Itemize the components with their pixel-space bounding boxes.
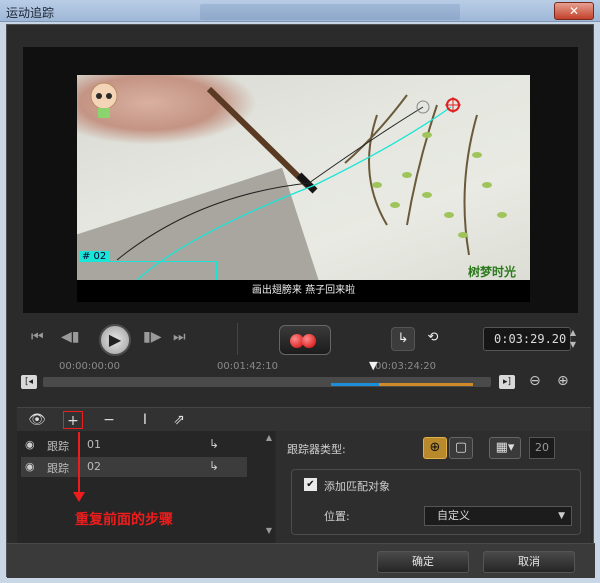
motion-track-button[interactable] <box>279 325 331 355</box>
record-dot-icon <box>302 334 316 348</box>
play-button[interactable]: ▶ <box>99 324 131 356</box>
tick-label: 00:03:24:20 <box>375 361 437 372</box>
scroll-up-icon[interactable]: ▲ <box>263 433 275 442</box>
tracker-name: 跟踪 <box>47 462 69 475</box>
annotation-arrow <box>78 432 80 496</box>
match-object-group: ✔ 添加匹配对象 位置: 自定义 ▼ <box>291 469 581 535</box>
timecode-spinner[interactable]: ▲ ▼ <box>567 327 579 351</box>
area-tracker-icon[interactable]: ▢ <box>449 437 473 459</box>
video-caption: 画出翅膀来 燕子回来啦 <box>77 280 530 302</box>
video-drawing <box>116 86 507 280</box>
skip-to-start-icon[interactable]: ⏮ <box>31 329 44 345</box>
mascot-logo <box>90 82 118 118</box>
mark-in-button[interactable]: [◂ <box>21 375 37 389</box>
mosaic-icon[interactable]: ▦▾ <box>489 437 521 459</box>
play-icon: ▶ <box>108 330 122 349</box>
tick-label: 00:00:00:00 <box>59 361 121 372</box>
eye-icon[interactable]: 👁 <box>27 411 47 429</box>
tracked-range-blue <box>331 383 379 386</box>
timeline: 00:00:00:00 00:01:42:10 00:03:24:20 [◂ ▼… <box>7 359 595 401</box>
video-frame[interactable]: 树梦时光 # 02 画出翅膀来 燕子回来啦 <box>77 75 530 302</box>
leaf-dots <box>372 132 507 238</box>
tracker-row[interactable]: ◉ 跟踪 02 ↳ <box>21 457 247 477</box>
position-select[interactable]: 自定义 ▼ <box>424 506 572 526</box>
position-value: 自定义 <box>437 509 470 522</box>
mark-out-button[interactable]: ▸] <box>499 375 515 389</box>
tracked-range-orange <box>379 383 473 386</box>
video-image: 树梦时光 <box>77 75 530 302</box>
cancel-button[interactable]: 取消 <box>483 551 575 573</box>
scroll-down-icon[interactable]: ▼ <box>263 526 275 535</box>
point-tracker-icon[interactable]: ⊕ <box>423 437 447 459</box>
tracker-number: 02 <box>87 460 101 473</box>
playhead-icon[interactable]: ▼ <box>369 359 383 372</box>
track-path-cyan <box>136 106 452 280</box>
chevron-down-icon: ▼ <box>558 511 565 521</box>
add-tracker-button[interactable]: + <box>63 411 83 429</box>
step-forward-icon[interactable]: ▮▶ <box>143 329 161 345</box>
close-button[interactable]: ✕ <box>554 2 594 20</box>
add-match-checkbox[interactable]: ✔ <box>304 478 317 491</box>
tracker-row[interactable]: ◉ 跟踪 01 ↳ <box>21 435 247 455</box>
zoom-in-icon[interactable]: ⊕ <box>557 373 569 389</box>
export-icon[interactable]: ⇗ <box>169 411 189 429</box>
spin-up-icon[interactable]: ▲ <box>567 327 579 339</box>
list-scrollbar[interactable]: ▲ ▼ <box>263 431 275 543</box>
path-icon[interactable]: ↳ <box>391 327 415 351</box>
background-tabs <box>200 4 460 20</box>
preview-panel: 树梦时光 # 02 画出翅膀来 燕子回来啦 <box>23 47 578 313</box>
annotation-text: 重复前面的步骤 <box>75 512 173 528</box>
watermark-text: 树梦时光 <box>467 265 516 279</box>
path-icon[interactable]: ↳ <box>209 459 219 473</box>
tracker-number: 01 <box>87 438 101 451</box>
eye-icon[interactable]: ◉ <box>25 438 41 452</box>
mosaic-size-field[interactable]: 20 <box>529 437 555 459</box>
position-label: 位置: <box>324 510 350 523</box>
history-icon[interactable]: ⟲ <box>421 327 445 351</box>
window-title: 运动追踪 <box>6 6 55 20</box>
divider <box>237 323 238 355</box>
tick-label: 00:01:42:10 <box>217 361 279 372</box>
spin-down-icon[interactable]: ▼ <box>567 339 579 351</box>
ok-button[interactable]: 确定 <box>377 551 469 573</box>
path-icon[interactable]: ↳ <box>209 437 219 451</box>
dialog-body: 树梦时光 # 02 画出翅膀来 燕子回来啦 ⏮ ◀▮ ▶ ▮▶ ⏭ ↳ ⟲ 0:… <box>6 24 595 578</box>
dialog-footer: 确定 取消 <box>7 543 595 578</box>
tracker-type-label: 跟踪器类型: <box>287 443 346 456</box>
step-back-icon[interactable]: ◀▮ <box>61 329 79 345</box>
annotation-arrow-head <box>73 492 85 502</box>
remove-tracker-icon[interactable]: − <box>99 411 119 429</box>
tracker-settings: 跟踪器类型: ⊕ ▢ ▦▾ 20 ✔ 添加匹配对象 位置: 自定义 ▼ <box>277 431 591 543</box>
brush-stroke <box>206 86 312 190</box>
timecode-display[interactable]: 0:03:29.20 <box>483 327 571 351</box>
playback-controls: ⏮ ◀▮ ▶ ▮▶ ⏭ ↳ ⟲ 0:03:29.20 ▲ ▼ <box>7 319 595 359</box>
rename-icon[interactable]: I <box>135 411 155 429</box>
tracker-point-gray[interactable] <box>416 100 430 114</box>
zoom-out-icon[interactable]: ⊖ <box>529 373 541 389</box>
skip-to-end-icon[interactable]: ⏭ <box>173 329 186 345</box>
plus-icon: + <box>67 413 79 429</box>
add-match-label: 添加匹配对象 <box>324 480 390 493</box>
tracker-toolbar: 👁 + − I ⇗ <box>17 407 591 431</box>
tracker-name: 跟踪 <box>47 440 69 453</box>
eye-icon[interactable]: ◉ <box>25 460 41 474</box>
title-bar: 运动追踪 ✕ <box>0 0 600 22</box>
